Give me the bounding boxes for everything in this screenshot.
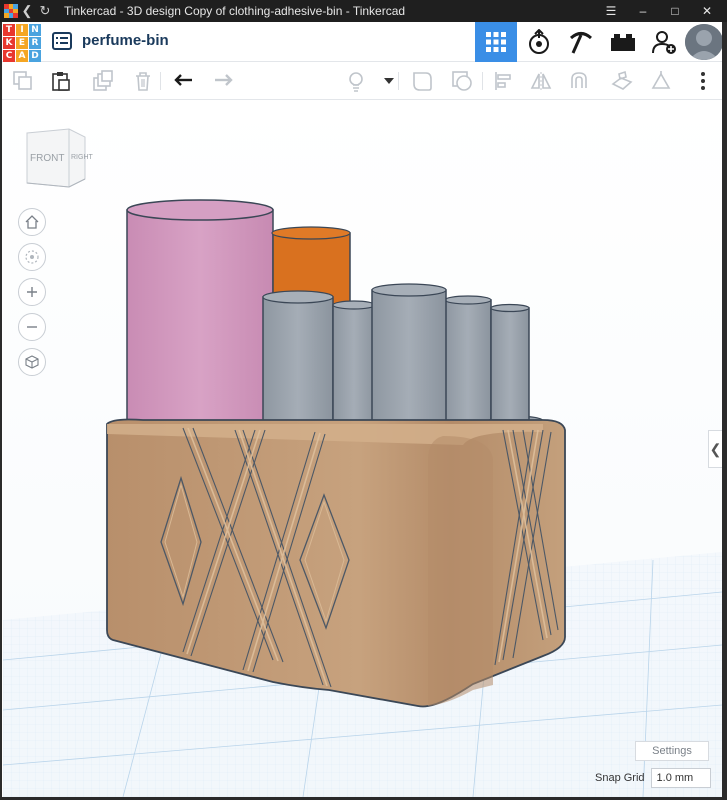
window-frame-left <box>0 22 2 800</box>
snap-grid-value: 1.0 mm <box>656 772 694 784</box>
window-titlebar: ❮ ↻ Tinkercad - 3D design Copy of clothi… <box>0 0 727 22</box>
fit-all-icon[interactable] <box>18 243 46 271</box>
logo-letter: K <box>3 37 15 49</box>
window-title: Tinkercad - 3D design Copy of clothing-a… <box>64 4 406 18</box>
align-icon[interactable] <box>493 70 515 92</box>
close-icon[interactable]: ✕ <box>691 4 723 18</box>
design-list-icon[interactable] <box>52 31 72 51</box>
perspective-icon[interactable] <box>18 348 46 376</box>
edit-toolbar <box>0 62 727 100</box>
settings-button[interactable]: Settings <box>635 741 709 761</box>
logo-letter: A <box>16 50 28 62</box>
cylinder-gray-2[interactable] <box>332 300 376 423</box>
pickaxe-icon[interactable] <box>560 22 602 62</box>
logo-letter: C <box>3 50 15 62</box>
viewcube-front-label[interactable]: FRONT <box>30 153 64 164</box>
brick-icon[interactable] <box>602 22 644 62</box>
logo-letter: D <box>29 50 41 62</box>
workplane-viewport[interactable]: FRONT RIGHT ❮ Settings Snap Grid 1.0 mm <box>3 100 722 797</box>
window-frame-right <box>722 22 727 800</box>
minimize-icon[interactable]: – <box>627 4 659 18</box>
workplane-icon[interactable] <box>611 70 633 92</box>
magnet-icon[interactable] <box>568 70 590 92</box>
design-name[interactable]: perfume-bin <box>82 32 169 49</box>
logo-letter: N <box>29 24 41 36</box>
snap-grid: Snap Grid 1.0 mm <box>595 768 711 788</box>
back-icon[interactable]: ❮ <box>18 0 36 22</box>
mirror-icon[interactable] <box>530 70 552 92</box>
maximize-icon[interactable]: □ <box>659 4 691 18</box>
menu-icon[interactable]: ☰ <box>595 4 627 18</box>
light-bulb-icon[interactable] <box>345 70 367 92</box>
viewcube-right-label[interactable]: RIGHT <box>71 154 94 161</box>
home-view-icon[interactable] <box>18 208 46 236</box>
codeblocks-icon[interactable] <box>518 22 560 62</box>
more-icon[interactable] <box>692 70 714 92</box>
delete-icon[interactable] <box>132 70 154 92</box>
duplicate-icon[interactable] <box>92 70 114 92</box>
logo-letter: E <box>16 37 28 49</box>
cylinder-gray-4[interactable] <box>444 295 492 423</box>
undo-icon[interactable] <box>173 70 195 92</box>
panel-toggle-icon[interactable]: ❮ <box>708 430 722 468</box>
hole-shape-icon[interactable] <box>451 70 473 92</box>
logo-letter: R <box>29 37 41 49</box>
cylinder-pink[interactable] <box>126 199 274 426</box>
add-user-icon[interactable] <box>643 22 685 62</box>
logo-letter: T <box>3 24 15 36</box>
paste-icon[interactable] <box>50 70 72 92</box>
zoom-out-icon[interactable] <box>18 313 46 341</box>
ruler-icon[interactable] <box>650 70 672 92</box>
snap-grid-select[interactable]: 1.0 mm <box>650 768 711 788</box>
3d-view-icon[interactable] <box>475 22 517 62</box>
snap-grid-label: Snap Grid <box>595 772 645 784</box>
avatar[interactable] <box>685 24 723 60</box>
logo-letter: I <box>16 24 28 36</box>
reload-icon[interactable]: ↻ <box>36 0 54 22</box>
zoom-in-icon[interactable] <box>18 278 46 306</box>
tinkercad-logo[interactable]: TIN KER CAD <box>3 24 41 62</box>
app-header: TIN KER CAD perfume-bin <box>0 22 727 62</box>
3d-scene[interactable]: FRONT RIGHT <box>3 100 722 797</box>
cylinder-gray-3[interactable] <box>356 283 462 434</box>
copy-icon[interactable] <box>12 70 34 92</box>
view-cube[interactable]: FRONT RIGHT <box>26 128 94 188</box>
dropdown-icon[interactable] <box>378 70 400 92</box>
cylinder-gray-5[interactable] <box>488 303 544 427</box>
solid-shape-icon[interactable] <box>411 70 433 92</box>
redo-icon[interactable] <box>212 70 234 92</box>
tinkercad-window: ❮ ↻ Tinkercad - 3D design Copy of clothi… <box>0 0 727 800</box>
app-icon <box>4 4 18 18</box>
